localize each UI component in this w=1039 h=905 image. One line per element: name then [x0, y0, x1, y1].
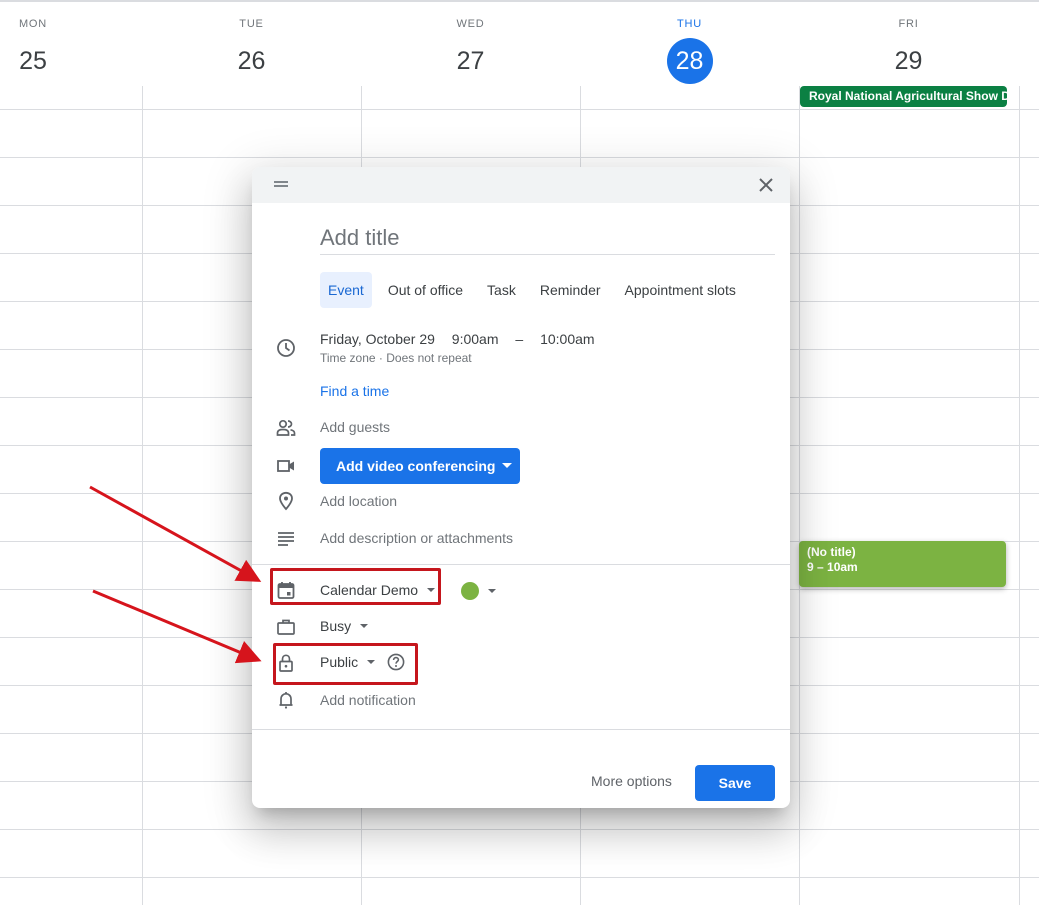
section-divider: [252, 564, 790, 565]
timezone-repeat-info[interactable]: Time zone · Does not repeat: [320, 351, 472, 365]
today-day-number[interactable]: 28: [666, 38, 713, 84]
annotation-highlight-calendar: [270, 568, 441, 605]
column-divider: [1019, 86, 1020, 905]
event-end-time[interactable]: 10:00am: [540, 331, 594, 347]
guests-icon: [276, 419, 296, 436]
hour-divider: [0, 829, 1039, 830]
annotation-arrow-2: [92, 589, 262, 664]
quick-event-dialog: Event Out of office Task Reminder Appoin…: [252, 167, 790, 808]
column-divider: [142, 86, 143, 905]
annotation-arrow-1: [89, 485, 262, 582]
tab-reminder[interactable]: Reminder: [532, 272, 609, 308]
availability-value: Busy: [320, 618, 352, 634]
event-start-time[interactable]: 9:00am: [452, 331, 499, 347]
column-divider: [799, 86, 800, 905]
hour-divider: [0, 157, 1039, 158]
more-options-button[interactable]: More options: [591, 773, 672, 789]
availability-select[interactable]: Busy: [320, 618, 369, 634]
hour-divider: [0, 109, 1039, 110]
title-input[interactable]: [320, 221, 775, 255]
dropdown-caret-icon: [360, 624, 369, 629]
day-number[interactable]: 25: [10, 38, 56, 84]
save-button[interactable]: Save: [695, 765, 775, 801]
drag-handle-icon[interactable]: [274, 181, 288, 187]
event-type-tabs: Event Out of office Task Reminder Appoin…: [320, 272, 744, 308]
annotation-highlight-visibility: [273, 643, 418, 685]
video-button-label: Add video conferencing: [336, 458, 496, 474]
briefcase-icon: [277, 619, 295, 635]
event-datetime[interactable]: Friday, October 29 9:00am – 10:00am: [320, 331, 608, 347]
tab-out-of-office[interactable]: Out of office: [380, 272, 471, 308]
allday-event-chip[interactable]: Royal National Agricultural Show Da: [800, 86, 1007, 107]
location-pin-icon: [279, 491, 293, 511]
draft-event-chip[interactable]: (No title) 9 – 10am: [799, 541, 1006, 587]
calendar-week-view: MON 25 TUE 26 WED 27 THU 28 FRI 29 Royal…: [0, 0, 1039, 905]
day-number[interactable]: 26: [229, 38, 275, 84]
day-of-week: TUE: [239, 18, 264, 30]
dropdown-caret-icon[interactable]: [502, 463, 512, 468]
description-icon: [278, 532, 294, 546]
time-separator: –: [515, 331, 524, 347]
hour-divider: [0, 877, 1039, 878]
day-number[interactable]: 29: [886, 38, 932, 84]
event-color-swatch[interactable]: [461, 582, 479, 600]
find-a-time-link[interactable]: Find a time: [320, 383, 389, 399]
add-notification-field[interactable]: Add notification: [320, 692, 416, 708]
add-location-field[interactable]: Add location: [320, 493, 397, 509]
tab-event[interactable]: Event: [320, 272, 372, 308]
add-description-field[interactable]: Add description or attachments: [320, 530, 513, 546]
bell-icon: [279, 692, 293, 709]
event-date[interactable]: Friday, October 29: [320, 331, 435, 347]
clock-icon: [277, 339, 295, 357]
add-video-conferencing-button[interactable]: Add video conferencing: [320, 448, 520, 484]
day-number[interactable]: 27: [448, 38, 494, 84]
day-of-week: MON: [18, 18, 48, 30]
tab-appointment-slots[interactable]: Appointment slots: [617, 272, 744, 308]
day-of-week: WED: [456, 18, 485, 30]
close-icon[interactable]: [756, 175, 776, 195]
day-of-week: FRI: [898, 18, 919, 30]
event-time: 9 – 10am: [807, 560, 858, 574]
dialog-drag-bar[interactable]: [252, 167, 790, 203]
video-camera-icon: [277, 460, 294, 472]
section-divider: [252, 729, 790, 730]
event-title: (No title): [807, 545, 856, 559]
top-border: [0, 0, 1039, 2]
day-of-week: THU: [676, 18, 702, 30]
tab-task[interactable]: Task: [479, 272, 524, 308]
add-guests-field[interactable]: Add guests: [320, 419, 390, 435]
color-dropdown-caret-icon[interactable]: [488, 589, 496, 593]
